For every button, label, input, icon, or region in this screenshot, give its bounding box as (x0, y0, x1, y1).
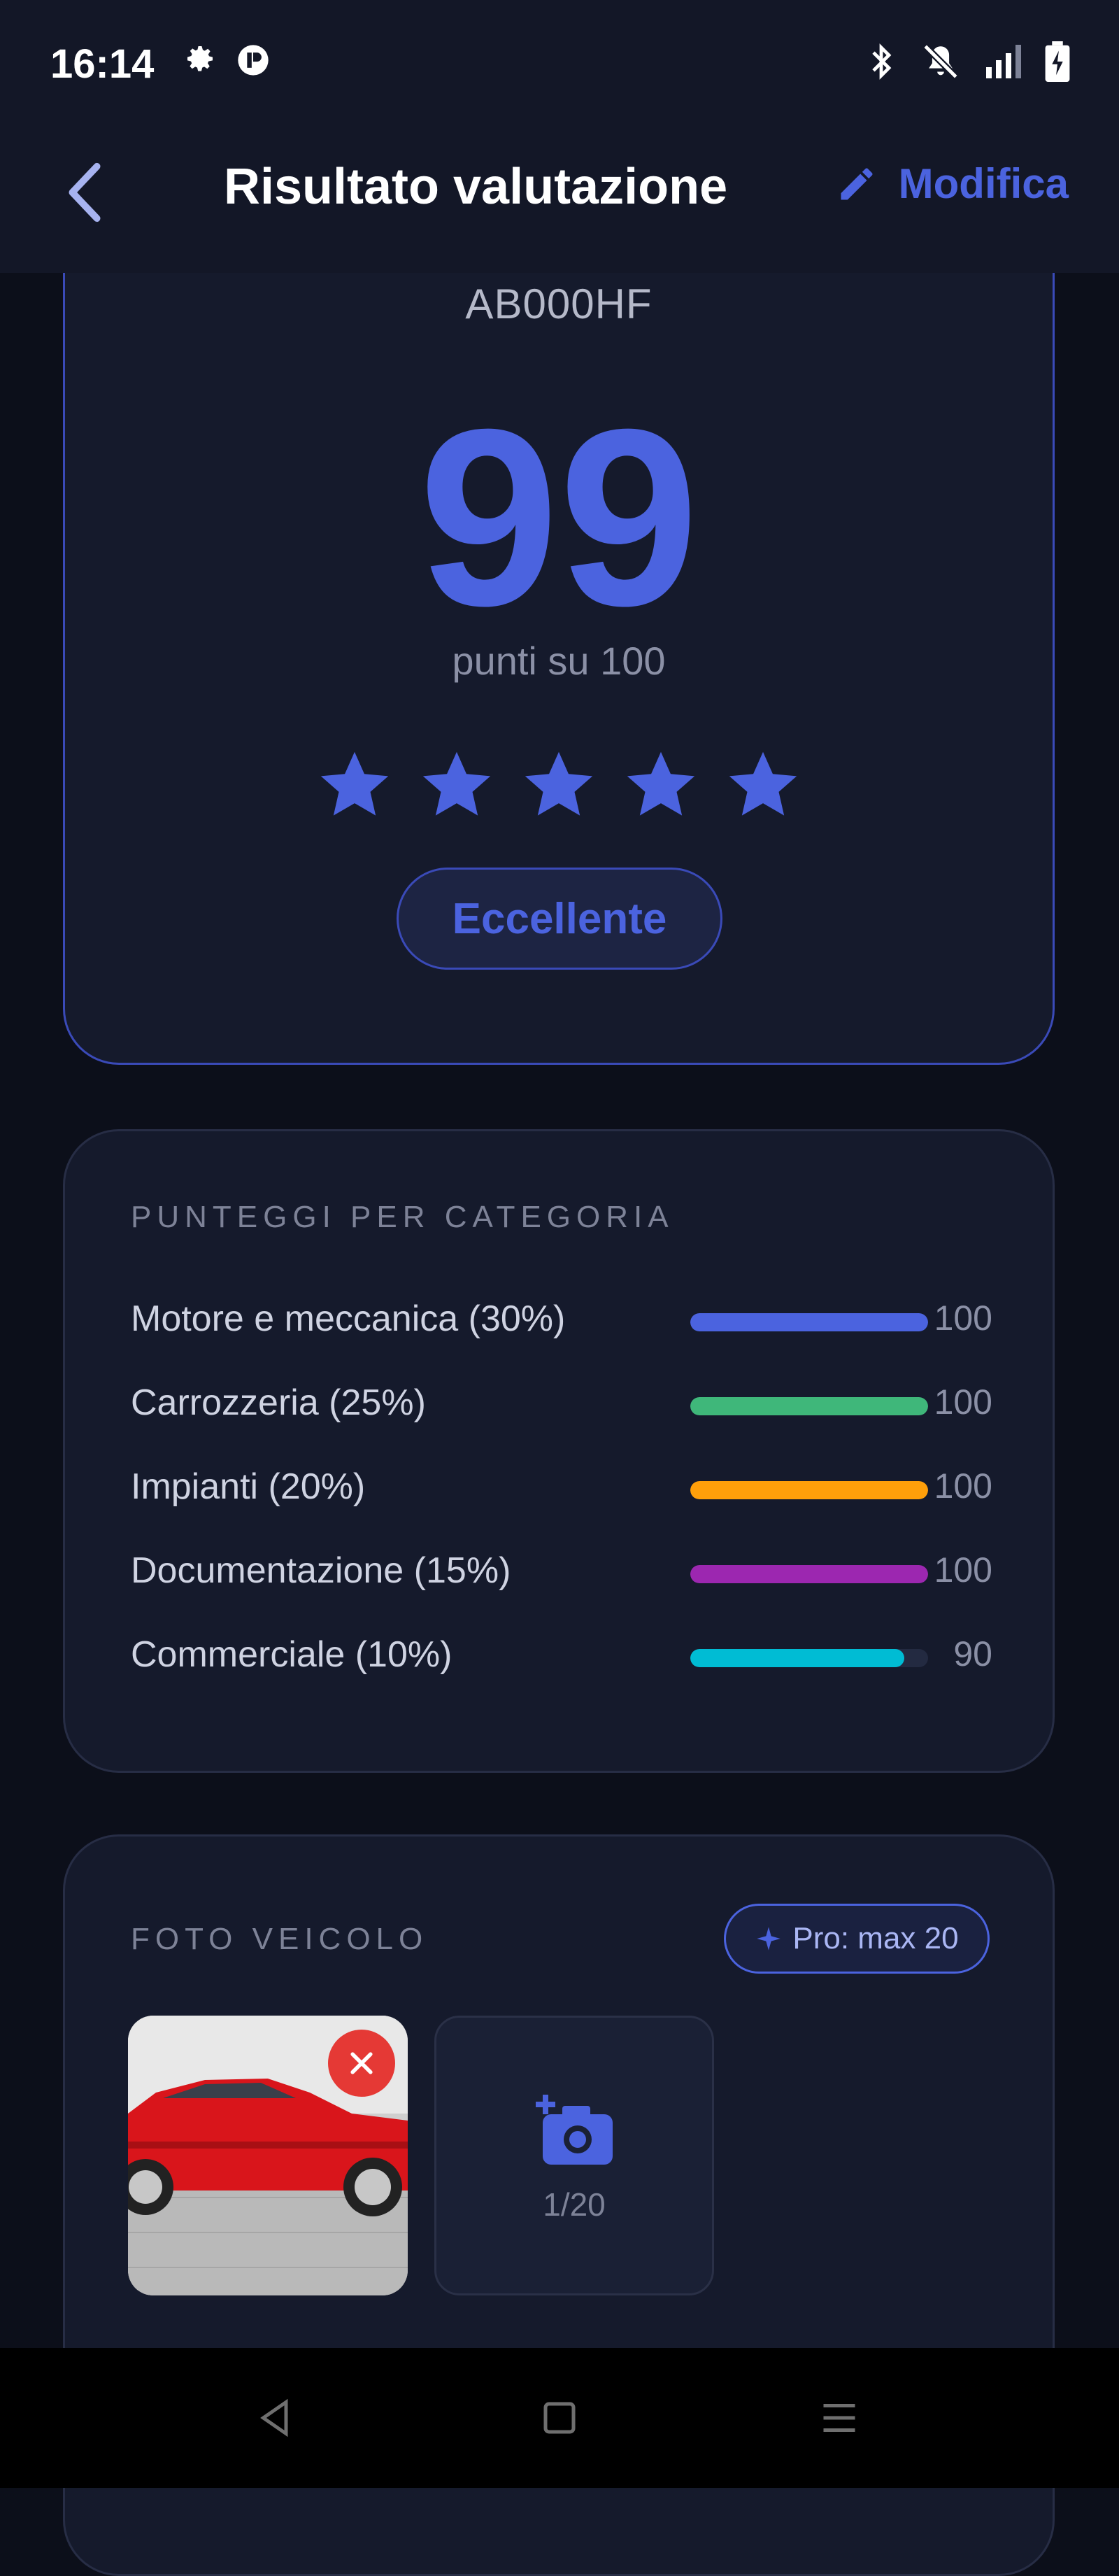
add-camera-icon (534, 2095, 618, 2175)
app-notification-icon (235, 42, 271, 82)
close-icon (350, 2052, 373, 2074)
status-time: 16:14 (50, 41, 155, 87)
section-title-categories: PUNTEGGI PER CATEGORIA (131, 1200, 674, 1234)
category-progress-bar (690, 1481, 928, 1499)
nav-back-button[interactable] (248, 2390, 304, 2446)
add-photo-button[interactable]: 1/20 (434, 2016, 714, 2295)
category-label: Commerciale (10%) (131, 1634, 452, 1675)
category-label: Documentazione (15%) (131, 1550, 511, 1591)
category-progress-bar (690, 1649, 928, 1667)
category-label: Carrozzeria (25%) (131, 1382, 426, 1423)
category-row: Commerciale (10%) 90 (131, 1627, 992, 1683)
category-label: Motore e meccanica (30%) (131, 1298, 566, 1339)
photo-count: 1/20 (543, 2186, 606, 2223)
category-score: 90 (953, 1634, 992, 1673)
category-scores-card: PUNTEGGI PER CATEGORIA Motore e meccanic… (63, 1129, 1055, 1773)
square-home-icon (543, 2402, 576, 2434)
system-nav-bar (0, 2348, 1119, 2488)
signal-icon (985, 45, 1021, 82)
star-icon (320, 751, 389, 816)
pencil-icon (841, 167, 873, 199)
category-score: 100 (934, 1466, 992, 1506)
score-caption: punti su 100 (452, 639, 666, 683)
category-score: 100 (934, 1382, 992, 1422)
category-row: Impianti (20%) 100 (131, 1459, 992, 1515)
status-right-icons (866, 41, 1070, 86)
back-button[interactable] (60, 154, 109, 231)
category-progress-bar (690, 1565, 928, 1583)
score-card: AB000HF 99 punti su 100 Eccellente (63, 273, 1055, 1065)
license-plate: AB000HF (465, 281, 653, 327)
page-title: Risultato valutazione (224, 159, 728, 215)
category-progress-fill (690, 1397, 928, 1415)
menu-icon (823, 2404, 855, 2432)
sparkle-icon (757, 1927, 781, 1951)
category-score: 100 (934, 1550, 992, 1590)
edit-label: Modifica (898, 160, 1069, 207)
nav-home-button[interactable] (532, 2390, 587, 2446)
app-bar: Risultato valutazione Modifica (0, 126, 1119, 273)
notifications-off-icon (920, 41, 961, 85)
star-icon (525, 751, 593, 816)
score-value: 99 (418, 377, 699, 658)
bluetooth-icon (866, 41, 897, 86)
remove-photo-button[interactable] (328, 2030, 395, 2097)
category-row: Documentazione (15%) 100 (131, 1543, 992, 1599)
category-progress-fill (690, 1649, 904, 1667)
star-icon (627, 751, 695, 816)
star-icon (729, 751, 797, 816)
triangle-back-icon (260, 2398, 288, 2437)
star-rating (65, 749, 1053, 821)
status-left-icons (183, 42, 271, 82)
pro-badge-label: Pro: max 20 (792, 1921, 959, 1955)
status-bar: 16:14 (0, 0, 1119, 126)
rating-badge: Eccellente (397, 868, 722, 970)
category-progress-fill (690, 1565, 928, 1583)
category-progress-fill (690, 1481, 928, 1499)
section-title-photos: FOTO VEICOLO (131, 1922, 429, 1956)
category-progress-fill (690, 1313, 928, 1331)
settings-icon (183, 42, 217, 82)
category-row: Motore e meccanica (30%) 100 (131, 1291, 992, 1347)
star-icon (422, 751, 491, 816)
edit-button[interactable]: Modifica (836, 160, 1069, 208)
nav-menu-button[interactable] (811, 2390, 867, 2446)
category-progress-bar (690, 1397, 928, 1415)
battery-charging-icon (1045, 41, 1070, 85)
category-label: Impianti (20%) (131, 1466, 366, 1507)
pro-badge[interactable]: Pro: max 20 (724, 1904, 990, 1974)
chevron-left-icon (69, 162, 101, 222)
category-row: Carrozzeria (25%) 100 (131, 1375, 992, 1431)
category-progress-bar (690, 1313, 928, 1331)
category-score: 100 (934, 1298, 992, 1338)
